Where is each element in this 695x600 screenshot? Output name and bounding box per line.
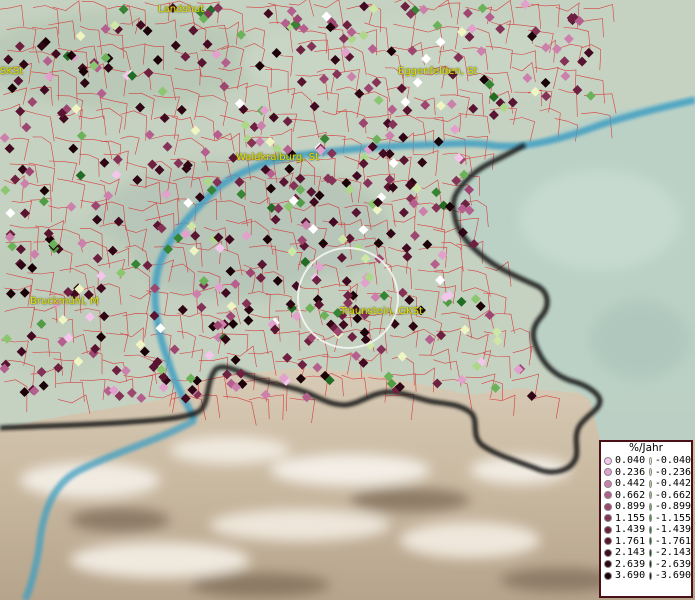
legend-value: 3.690 [615, 570, 646, 581]
legend-value: 0.236 [615, 466, 646, 478]
legend-entry-neg: -0.040 [646, 455, 691, 467]
legend-swatch [604, 560, 612, 569]
terrain-basemap [0, 0, 695, 600]
legend-row: 2.143 -2.143 [601, 547, 691, 559]
legend-title: %/Jahr [628, 442, 664, 454]
legend-swatch [649, 560, 652, 569]
city-label-bruckmuehl: Bruckmühl, M [30, 296, 99, 307]
legend-rows: 0.040 -0.040 0.236 -0.236 0.442 -0.442 0.662 -0… [601, 455, 691, 582]
legend-row: 1.439 -1.439 [601, 524, 691, 536]
legend-swatch [649, 491, 652, 500]
legend-value: -3.690 [654, 570, 691, 581]
legend-value: 0.442 [615, 478, 646, 489]
legend-row: 1.155 -1.155 [601, 513, 691, 525]
legend-swatch [604, 571, 612, 580]
legend-entry-pos: 3.690 [601, 570, 646, 582]
city-label-traunstein: Traunstein, GKSt [340, 306, 423, 317]
legend-swatch [604, 525, 612, 534]
legend-entry-pos: 1.155 [601, 513, 646, 525]
legend-value: 1.761 [615, 535, 646, 547]
legend-entry-pos: 0.662 [601, 490, 646, 502]
legend-swatch [649, 479, 652, 488]
legend-swatch [649, 502, 652, 511]
legend-swatch [649, 456, 652, 465]
legend-swatch [604, 468, 612, 477]
legend-value: -0.040 [654, 455, 691, 466]
legend-entry-pos: 0.236 [601, 467, 646, 479]
legend-entry-neg: -0.662 [646, 490, 691, 502]
legend-value: -0.662 [654, 489, 691, 501]
legend-entry-neg: -1.155 [646, 513, 691, 525]
legend-row: 0.040 -0.040 [601, 455, 691, 467]
map-view[interactable]: Landshut SKSt Eggenfelden, St Waldkraibu… [0, 0, 695, 600]
legend-swatch [604, 479, 612, 488]
legend-row: 3.690 -3.690 [601, 570, 691, 582]
legend-entry-pos: 2.143 [601, 547, 646, 559]
legend-entry-pos: 0.040 [601, 455, 646, 467]
legend-swatch [604, 456, 612, 465]
legend-value: -1.439 [654, 524, 691, 535]
legend-value: 1.155 [615, 512, 646, 524]
legend-entry-pos: 0.442 [601, 478, 646, 490]
legend-value: 0.040 [615, 455, 646, 466]
legend-row: 0.662 -0.662 [601, 490, 691, 502]
legend-row: 1.761 -1.761 [601, 536, 691, 548]
city-label-waldkraiburg: Waldkraiburg, St [236, 152, 319, 163]
legend-entry-pos: 1.761 [601, 536, 646, 548]
legend-entry-neg: -2.143 [646, 547, 691, 559]
legend-value: -2.639 [654, 558, 691, 570]
legend-row: 0.899 -0.899 [601, 501, 691, 513]
legend-value: -1.761 [654, 535, 691, 547]
legend-swatch [649, 537, 652, 546]
legend-value: 2.143 [615, 547, 646, 558]
legend-value: -0.442 [654, 478, 691, 489]
legend-swatch [649, 514, 652, 523]
city-label-landshut: Landshut [158, 4, 205, 15]
legend-swatch [604, 537, 612, 546]
legend-value: 2.639 [615, 558, 646, 570]
map-legend: %/Jahr 0.040 -0.040 0.236 -0.236 0.442 -0.442… [599, 440, 693, 598]
legend-entry-neg: -0.236 [646, 467, 691, 479]
legend-value: -0.899 [654, 501, 691, 512]
legend-entry-neg: -0.899 [646, 501, 691, 513]
legend-swatch [649, 525, 652, 534]
legend-value: -0.236 [654, 466, 691, 478]
legend-value: 0.662 [615, 489, 646, 501]
legend-row: 2.639 -2.639 [601, 559, 691, 571]
legend-entry-neg: -3.690 [646, 570, 691, 582]
legend-entry-neg: -1.439 [646, 524, 691, 536]
legend-swatch [649, 468, 652, 477]
legend-value: 0.899 [615, 501, 646, 512]
legend-entry-pos: 1.439 [601, 524, 646, 536]
legend-entry-neg: -2.639 [646, 559, 691, 571]
legend-row: 0.236 -0.236 [601, 467, 691, 479]
legend-entry-neg: -0.442 [646, 478, 691, 490]
legend-swatch [604, 502, 612, 511]
legend-swatch [649, 571, 652, 580]
legend-entry-neg: -1.761 [646, 536, 691, 548]
legend-swatch [649, 548, 652, 557]
legend-swatch [604, 491, 612, 500]
city-label-eggenfelden: Eggenfelden, St [398, 66, 478, 77]
legend-value: 1.439 [615, 524, 646, 535]
legend-swatch [604, 514, 612, 523]
legend-value: -2.143 [654, 547, 691, 558]
legend-entry-pos: 2.639 [601, 559, 646, 571]
legend-row: 0.442 -0.442 [601, 478, 691, 490]
legend-swatch [604, 548, 612, 557]
city-label-sk-left: SKSt [0, 66, 24, 77]
legend-value: -1.155 [654, 512, 691, 524]
legend-entry-pos: 0.899 [601, 501, 646, 513]
